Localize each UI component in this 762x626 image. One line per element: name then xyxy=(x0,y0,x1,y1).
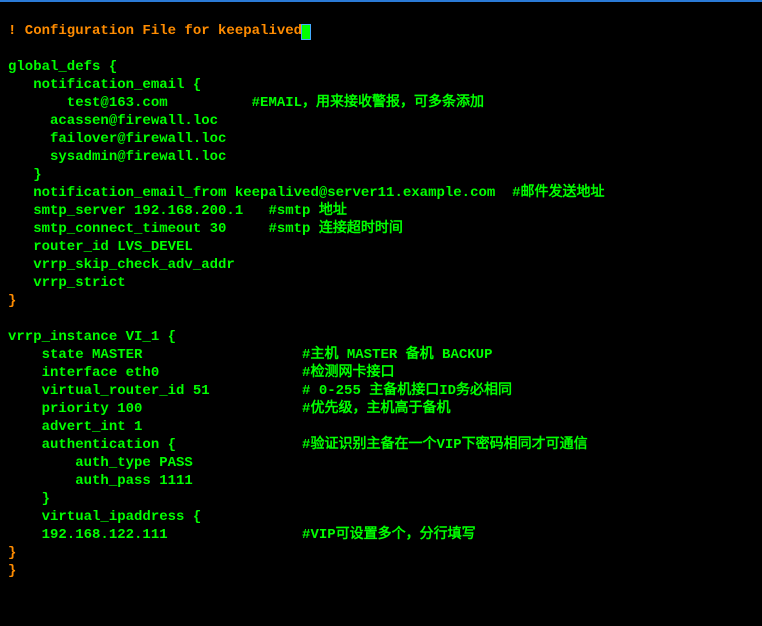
config-line: smtp_connect_timeout 30 #smtp 连接超时时间 xyxy=(8,221,403,237)
config-line: notification_email_from keepalived@serve… xyxy=(8,185,604,201)
config-line: sysadmin@firewall.loc xyxy=(8,149,226,165)
config-line: interface eth0 #检测网卡接口 xyxy=(8,365,394,381)
config-line: auth_type PASS xyxy=(8,455,193,471)
config-line: 192.168.122.111 #VIP可设置多个，分行填写 xyxy=(8,527,476,543)
config-line: vrrp_strict xyxy=(8,275,126,291)
config-line: failover@firewall.loc xyxy=(8,131,226,147)
config-line: notification_email { xyxy=(8,77,201,93)
config-line: smtp_server 192.168.200.1 #smtp 地址 xyxy=(8,203,347,219)
config-line: router_id LVS_DEVEL xyxy=(8,239,193,255)
config-line: } xyxy=(8,167,42,183)
config-line: ! Configuration File for keepalived xyxy=(8,23,310,39)
config-line: } xyxy=(8,491,50,507)
config-line: test@163.com #EMAIL，用来接收警报，可多条添加 xyxy=(8,95,484,111)
window-top-border xyxy=(0,0,762,2)
config-line: virtual_ipaddress { xyxy=(8,509,201,525)
config-line: priority 100 #优先级，主机高于备机 xyxy=(8,401,450,417)
config-line: state MASTER #主机 MASTER 备机 BACKUP xyxy=(8,347,492,363)
config-header: ! Configuration File for keepalived xyxy=(8,23,302,39)
config-line: global_defs { xyxy=(8,59,117,75)
text-cursor xyxy=(302,25,310,39)
config-line: auth_pass 1111 xyxy=(8,473,193,489)
config-line: } xyxy=(8,563,16,579)
config-line: vrrp_skip_check_adv_addr xyxy=(8,257,235,273)
config-line: acassen@firewall.loc xyxy=(8,113,218,129)
config-line: } xyxy=(8,293,16,309)
config-line: virtual_router_id 51 # 0-255 主备机接口ID务必相同 xyxy=(8,383,512,399)
config-line: authentication { #验证识别主备在一个VIP下密码相同才可通信 xyxy=(8,437,588,453)
config-line: vrrp_instance VI_1 { xyxy=(8,329,176,345)
config-line: } xyxy=(8,545,16,561)
terminal-editor[interactable]: ! Configuration File for keepalived glob… xyxy=(0,0,746,618)
config-line: advert_int 1 xyxy=(8,419,142,435)
